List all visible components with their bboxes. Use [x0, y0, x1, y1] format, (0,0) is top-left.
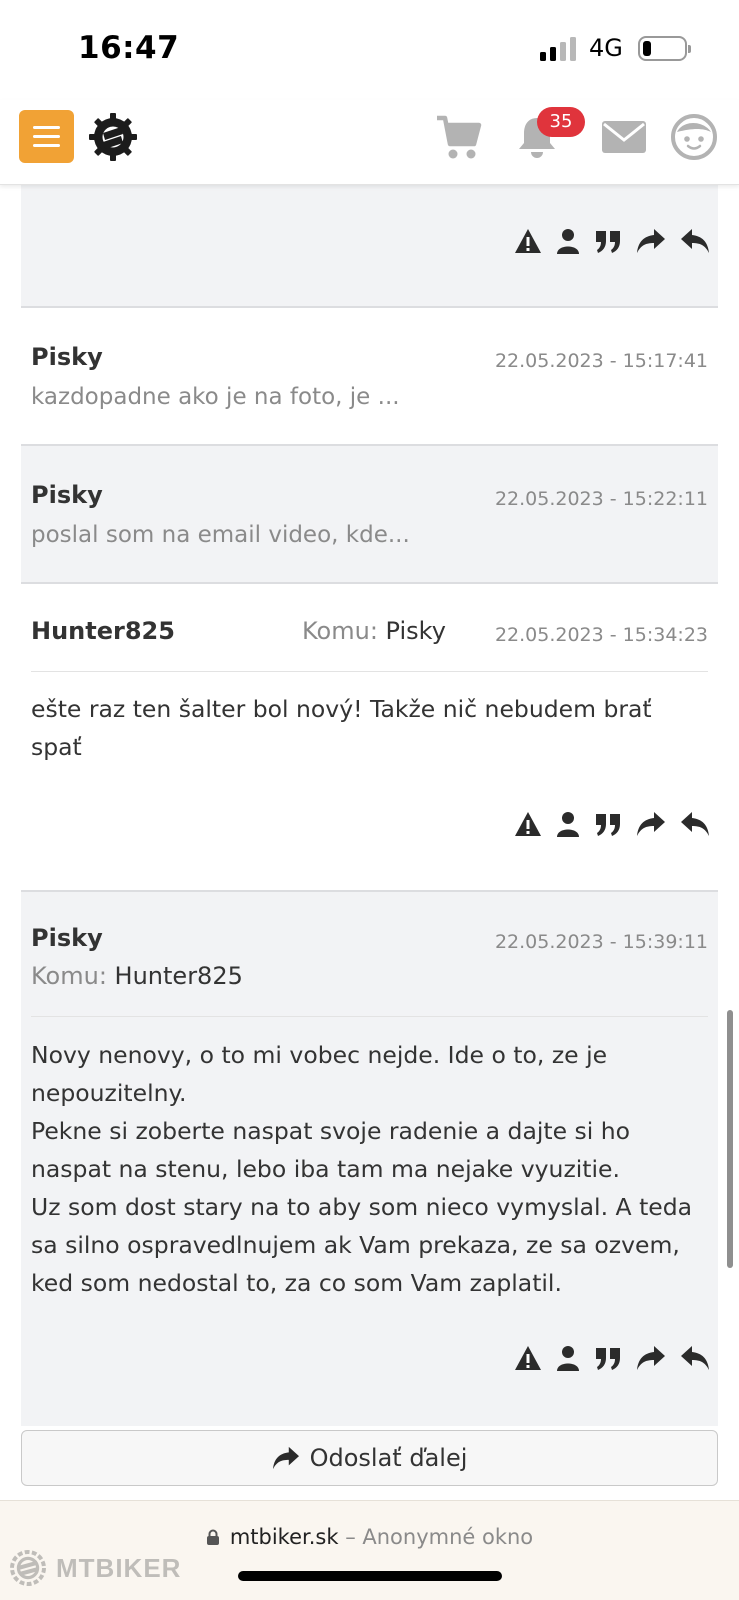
forward-icon[interactable] — [636, 810, 666, 838]
user-icon[interactable] — [556, 1344, 580, 1372]
message-date: 22.05.2023 - 15:17:41 — [494, 350, 708, 372]
message-actions — [514, 225, 710, 257]
notifications-badge[interactable]: 35 — [537, 107, 585, 137]
message-text: Novy nenovy, o to mi vobec nejde. Ide o … — [31, 1041, 608, 1107]
message-item[interactable]: Pisky 22.05.2023 - 15:22:11 poslal som n… — [21, 446, 718, 584]
message-body: ešte raz ten šalter bol nový! Takže nič … — [31, 690, 702, 766]
quote-icon[interactable] — [594, 1344, 622, 1372]
avatar-icon[interactable] — [669, 112, 719, 162]
message-actions — [514, 808, 710, 840]
message-date: 22.05.2023 - 15:22:11 — [494, 488, 708, 510]
divider — [31, 671, 708, 672]
lock-icon — [206, 1529, 219, 1545]
message-item: Pisky 22.05.2023 - 15:39:11 Komu: Hunter… — [21, 892, 718, 1426]
reply-icon[interactable] — [680, 227, 710, 255]
message-actions — [514, 1342, 710, 1374]
mtbiker-watermark: MTBIKER — [8, 1548, 181, 1588]
signal-strength-icon — [540, 37, 578, 61]
message-author[interactable]: Pisky — [31, 343, 103, 371]
reply-icon[interactable] — [680, 1344, 710, 1372]
network-type: 4G — [589, 34, 623, 62]
status-bar: 16:47 4G — [0, 0, 739, 100]
reply-icon[interactable] — [680, 810, 710, 838]
scrollbar[interactable] — [727, 1010, 733, 1268]
forward-button-label: Odoslať ďalej — [309, 1444, 468, 1472]
report-icon[interactable] — [514, 227, 542, 255]
message-date: 22.05.2023 - 15:39:11 — [494, 931, 708, 953]
user-icon[interactable] — [556, 810, 580, 838]
mtbiker-watermark-logo-icon — [10, 1550, 46, 1586]
report-icon[interactable] — [514, 810, 542, 838]
forward-icon[interactable] — [636, 227, 666, 255]
home-indicator[interactable] — [238, 1571, 502, 1581]
battery-icon — [638, 36, 691, 61]
message-recipient: Komu: Pisky — [302, 617, 446, 645]
private-mode-label: – Anonymné okno — [345, 1525, 534, 1549]
message-item: Hunter825 Komu: Pisky 22.05.2023 - 15:34… — [21, 584, 718, 892]
message-item[interactable]: Pisky 22.05.2023 - 15:17:41 kazdopadne a… — [21, 308, 718, 446]
url-row[interactable]: mtbiker.sk – Anonymné okno — [0, 1525, 739, 1549]
mtbiker-logo-icon[interactable] — [88, 112, 138, 162]
recipient-name[interactable]: Pisky — [386, 617, 446, 645]
app-header: 35 — [0, 100, 739, 185]
message-text: ešte raz ten šalter bol nový! Takže nič … — [31, 695, 652, 761]
menu-button[interactable] — [19, 110, 74, 163]
recipient-name[interactable]: Hunter825 — [115, 962, 243, 990]
message-author[interactable]: Hunter825 — [31, 617, 175, 645]
message-author[interactable]: Pisky — [31, 481, 103, 509]
message-recipient: Komu: Hunter825 — [31, 962, 243, 990]
divider — [31, 1016, 708, 1017]
message-body: Novy nenovy, o to mi vobec nejde. Ide o … — [31, 1036, 702, 1302]
message-date: 22.05.2023 - 15:34:23 — [494, 624, 708, 646]
message-text: Uz som dost stary na to aby som nieco vy… — [31, 1193, 693, 1297]
url-domain: mtbiker.sk — [229, 1525, 339, 1549]
message-item — [21, 185, 718, 308]
message-text: Pekne si zoberte naspat svoje radenie a … — [31, 1117, 631, 1183]
recipient-label: Komu: — [31, 962, 107, 990]
status-time: 16:47 — [78, 30, 180, 66]
message-author[interactable]: Pisky — [31, 924, 103, 952]
mtbiker-watermark-text: MTBIKER — [56, 1552, 182, 1583]
message-preview[interactable]: poslal som na email video, kde... — [31, 522, 410, 548]
forward-button[interactable]: Odoslať ďalej — [21, 1430, 718, 1486]
forward-icon[interactable] — [636, 1344, 666, 1372]
message-preview[interactable]: kazdopadne ako je na foto, je ... — [31, 384, 400, 410]
quote-icon[interactable] — [594, 227, 622, 255]
quote-icon[interactable] — [594, 810, 622, 838]
recipient-label: Komu: — [302, 617, 378, 645]
user-icon[interactable] — [556, 227, 580, 255]
mail-icon[interactable] — [599, 112, 649, 162]
cart-icon[interactable] — [434, 112, 484, 162]
report-icon[interactable] — [514, 1344, 542, 1372]
forward-icon — [272, 1446, 299, 1470]
